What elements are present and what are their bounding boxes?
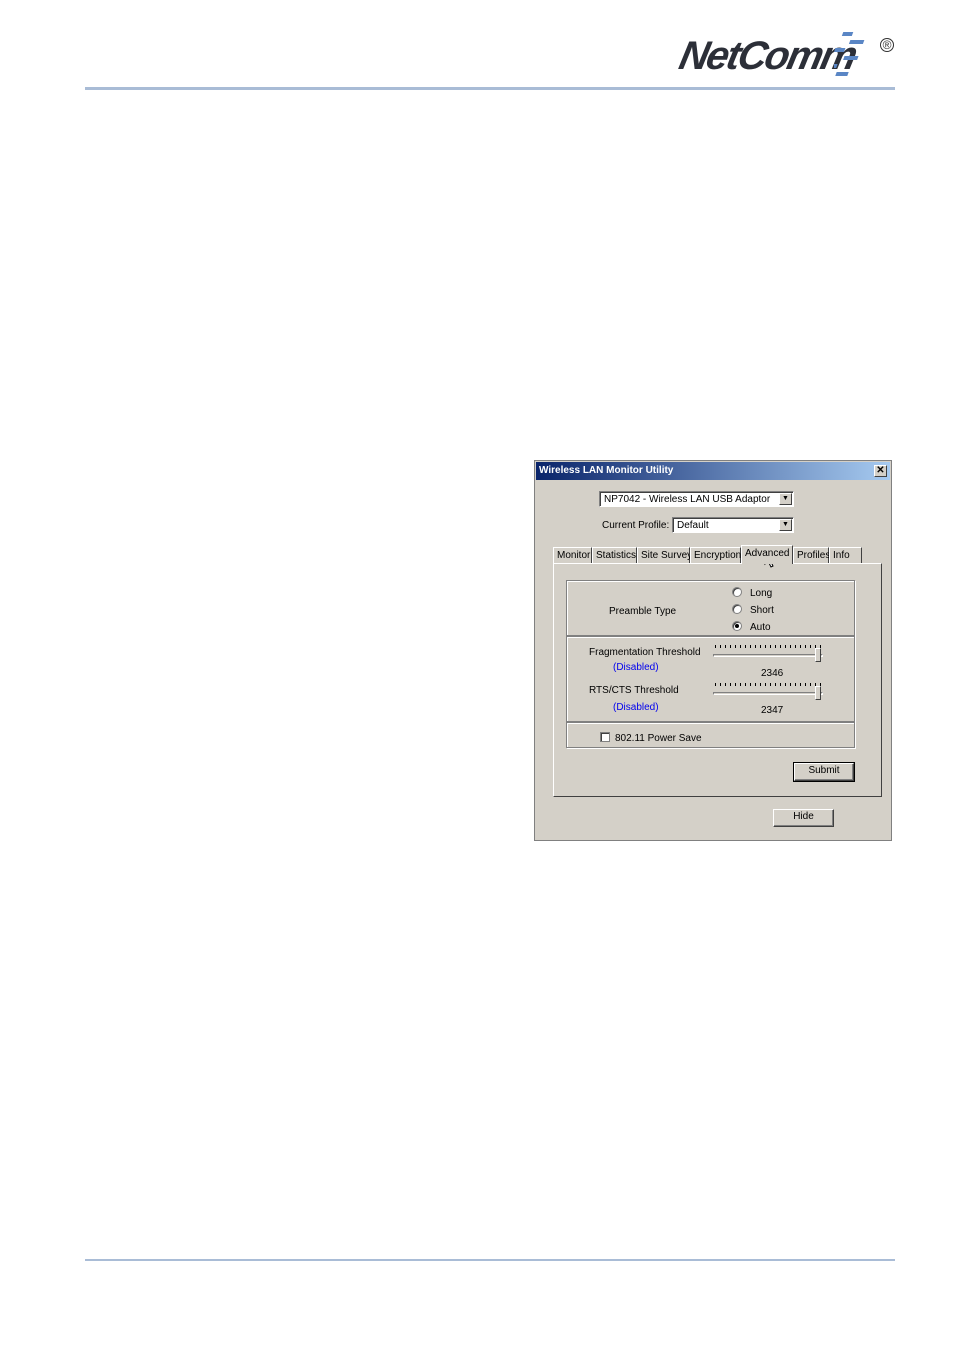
slider-ticks bbox=[715, 683, 821, 686]
radio-short[interactable] bbox=[732, 604, 742, 614]
rts-cts-status: (Disabled) bbox=[613, 702, 659, 713]
fragmentation-slider[interactable] bbox=[713, 645, 825, 665]
title-bar: Wireless LAN Monitor Utility ✕ bbox=[536, 462, 890, 480]
profile-select[interactable]: Default ▼ bbox=[672, 517, 794, 533]
radio-auto-label: Auto bbox=[750, 622, 771, 633]
header-rule bbox=[85, 87, 895, 90]
current-profile-label: Current Profile: bbox=[602, 520, 670, 531]
slider-track bbox=[713, 692, 823, 695]
adapter-select[interactable]: NP7042 - Wireless LAN USB Adaptor ▼ bbox=[599, 491, 794, 507]
close-button[interactable]: ✕ bbox=[874, 465, 887, 477]
preamble-type-label: Preamble Type bbox=[609, 606, 677, 617]
radio-long[interactable] bbox=[732, 587, 742, 597]
profile-select-value: Default bbox=[677, 520, 709, 531]
power-save-label: 802.11 Power Save bbox=[615, 733, 702, 744]
submit-button[interactable]: Submit bbox=[793, 762, 855, 782]
rts-cts-threshold-label: RTS/CTS Threshold bbox=[589, 685, 679, 696]
registered-mark: ® bbox=[880, 38, 894, 52]
tab-monitor[interactable]: Monitor bbox=[553, 547, 592, 563]
power-save-group: 802.11 Power Save bbox=[566, 722, 855, 748]
tab-encryption[interactable]: Encryption bbox=[690, 547, 741, 563]
fragmentation-status: (Disabled) bbox=[613, 662, 659, 673]
radio-long-label: Long bbox=[750, 588, 773, 599]
slider-thumb[interactable] bbox=[815, 648, 821, 662]
tab-statistics[interactable]: Statistics bbox=[592, 547, 637, 563]
footer-rule bbox=[85, 1259, 895, 1261]
threshold-group: Fragmentation Threshold (Disabled) 2346 … bbox=[566, 636, 855, 722]
tab-site-survey[interactable]: Site Survey bbox=[637, 547, 692, 563]
wireless-lan-monitor-window: Wireless LAN Monitor Utility ✕ NP7042 - … bbox=[534, 460, 892, 841]
rts-cts-value: 2347 bbox=[761, 705, 784, 716]
radio-auto[interactable] bbox=[732, 621, 742, 631]
logo-dashes-graphic bbox=[834, 32, 865, 76]
hide-button[interactable]: Hide bbox=[773, 809, 834, 827]
chevron-down-icon[interactable]: ▼ bbox=[779, 519, 792, 531]
radio-short-label: Short bbox=[750, 605, 774, 616]
fragmentation-value: 2346 bbox=[761, 668, 784, 679]
advanced-panel: Preamble Type Long Short Auto Fragmentat… bbox=[553, 563, 882, 797]
tab-info[interactable]: Info bbox=[829, 547, 862, 563]
slider-ticks bbox=[715, 645, 821, 648]
netcomm-logo: NetComm ® bbox=[675, 30, 896, 88]
preamble-group: Preamble Type Long Short Auto bbox=[566, 580, 855, 636]
tab-advanced[interactable]: Advanced bbox=[741, 545, 793, 564]
adapter-select-value: NP7042 - Wireless LAN USB Adaptor bbox=[604, 494, 771, 505]
slider-thumb[interactable] bbox=[815, 686, 821, 700]
logo-wordmark: NetComm bbox=[675, 34, 860, 78]
tab-profiles[interactable]: Profiles bbox=[793, 547, 830, 563]
chevron-down-icon[interactable]: ▼ bbox=[779, 493, 792, 505]
slider-track bbox=[713, 654, 823, 657]
rts-cts-slider[interactable] bbox=[713, 683, 825, 703]
window-title: Wireless LAN Monitor Utility bbox=[539, 465, 674, 476]
fragmentation-threshold-label: Fragmentation Threshold bbox=[589, 647, 701, 658]
power-save-checkbox[interactable] bbox=[600, 732, 610, 742]
